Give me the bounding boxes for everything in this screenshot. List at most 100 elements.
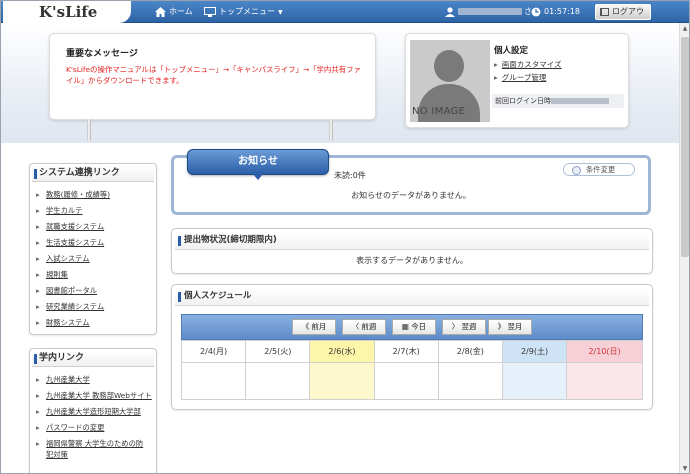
- campus-links-title: 学内リンク: [32, 351, 154, 367]
- day-header-sun[interactable]: 2/10(日): [566, 340, 643, 363]
- campus-link-3[interactable]: パスワードの変更: [30, 422, 156, 433]
- app-window: K'sLife ホーム トップメニュー▼ さん 01:57:18 ログアウト 重…: [0, 0, 690, 474]
- filter-condition-button[interactable]: 条件変更: [563, 163, 635, 176]
- notice-tab-label: お知らせ: [238, 156, 278, 167]
- system-link-8[interactable]: 財務システム: [30, 317, 156, 328]
- system-link-0[interactable]: 教務(履修・成績等): [30, 189, 156, 200]
- scroll-thumb[interactable]: [681, 37, 689, 257]
- day-header-sat[interactable]: 2/9(土): [501, 340, 568, 363]
- nav-home[interactable]: ホーム: [155, 5, 193, 19]
- system-link-5[interactable]: 規則集: [30, 269, 156, 280]
- personal-settings-title: 個人設定: [494, 46, 529, 56]
- nav-top-menu[interactable]: トップメニュー ▼: [204, 5, 283, 19]
- system-links-list: 教務(履修・成績等) 学生カルテ 就職支援システム 生活支援システム 入試システ…: [30, 184, 156, 328]
- nav-home-label: ホーム: [169, 7, 193, 16]
- sign-post-right: [329, 119, 333, 141]
- link-screen-customize[interactable]: 画面カスタマイズ: [494, 59, 562, 70]
- clock-text: 01:57:18: [544, 7, 580, 16]
- home-icon: [155, 6, 166, 17]
- monitor-icon: [204, 6, 216, 17]
- day-cell-mon[interactable]: [180, 362, 247, 400]
- logo-text: K'sLife: [39, 3, 98, 21]
- next-week-button[interactable]: 〉 翌週: [442, 319, 486, 335]
- message-title: 重要なメッセージ: [66, 49, 138, 59]
- prev-week-button[interactable]: 〈 前週: [342, 319, 386, 335]
- campus-link-1[interactable]: 九州産業大学 教務部Webサイト: [30, 390, 156, 401]
- today-button[interactable]: ▦ 今日: [392, 319, 436, 335]
- logout-icon: [600, 8, 609, 16]
- system-link-3[interactable]: 生活支援システム: [30, 237, 156, 248]
- campus-links-panel: 学内リンク 九州産業大学 九州産業大学 教務部Webサイト 九州産業大学造形短期…: [29, 348, 157, 473]
- calendar-body-row: [180, 362, 643, 400]
- avatar-head-shape: [434, 50, 464, 82]
- session-clock: 01:57:18: [531, 5, 580, 19]
- top-bar: K'sLife ホーム トップメニュー▼ さん 01:57:18 ログアウト: [1, 1, 689, 30]
- day-header-thu[interactable]: 2/7(木): [373, 340, 439, 363]
- submission-status-title: 提出物状況(締切期限内): [175, 232, 649, 250]
- day-header-mon[interactable]: 2/4(月): [180, 340, 247, 363]
- system-link-4[interactable]: 入試システム: [30, 253, 156, 264]
- user-icon: [445, 6, 455, 17]
- next-month-label: 翌月: [507, 322, 523, 331]
- last-login: 前回ログイン日時: [492, 94, 624, 108]
- submission-empty-message: 表示するデータがありません。: [356, 256, 468, 265]
- next-month-button[interactable]: 》 翌月: [488, 319, 532, 335]
- filter-button-label: 条件変更: [586, 165, 616, 174]
- app-logo[interactable]: K'sLife: [3, 1, 131, 23]
- header-area: 重要なメッセージ K'sLifeの操作マニュアルは「トップメニュー」→「キャンパ…: [1, 23, 679, 143]
- vertical-scrollbar[interactable]: ▲ ▼: [679, 23, 689, 473]
- system-link-1[interactable]: 学生カルテ: [30, 205, 156, 216]
- notice-unread-count: 未読:0件: [334, 171, 366, 180]
- logout-button[interactable]: ログアウト: [595, 4, 651, 30]
- user-name-redacted: [458, 8, 522, 15]
- today-label: 今日: [411, 322, 427, 331]
- day-cell-wed[interactable]: [309, 362, 375, 400]
- no-image-label: NO IMAGE: [412, 106, 466, 117]
- notice-tab[interactable]: お知らせ: [187, 149, 329, 180]
- day-cell-thu[interactable]: [373, 362, 439, 400]
- double-right-icon: 》: [497, 322, 508, 331]
- submission-status-panel: 提出物状況(締切期限内) 表示するデータがありません。: [171, 228, 653, 274]
- scroll-up-arrow[interactable]: ▲: [681, 24, 689, 34]
- campus-links-list: 九州産業大学 九州産業大学 教務部Webサイト 九州産業大学造形短期大学部 パス…: [30, 369, 156, 460]
- day-cell-sat[interactable]: [501, 362, 568, 400]
- schedule-nav-bar: 《 前月 〈 前週 ▦ 今日 〉 翌週 》 翌月: [181, 314, 643, 340]
- campus-link-2[interactable]: 九州産業大学造形短期大学部: [30, 406, 156, 417]
- profile-card: NO IMAGE 個人設定 画面カスタマイズ グループ管理 前回ログイン日時: [405, 33, 629, 128]
- day-header-fri[interactable]: 2/8(金): [437, 340, 503, 363]
- calendar-icon: ▦: [401, 322, 412, 331]
- right-icon: 〉: [451, 322, 462, 331]
- prev-week-label: 前週: [361, 322, 377, 331]
- next-week-label: 翌週: [461, 322, 477, 331]
- link-group-management[interactable]: グループ管理: [494, 72, 547, 83]
- campus-link-4[interactable]: 福岡県警察 大学生のための防犯対策: [30, 438, 150, 460]
- system-link-7[interactable]: 研究業績システム: [30, 301, 156, 312]
- schedule-calendar: 2/4(月) 2/5(火) 2/6(水) 2/7(木) 2/8(金) 2/9(土…: [180, 340, 643, 400]
- nav-top-menu-label: トップメニュー: [219, 7, 275, 16]
- system-link-6[interactable]: 図書館ポータル: [30, 285, 156, 296]
- day-cell-fri[interactable]: [437, 362, 503, 400]
- message-body: K'sLifeの操作マニュアルは「トップメニュー」→「キャンパスライフ」→「学内…: [66, 65, 361, 85]
- system-link-2[interactable]: 就職支援システム: [30, 221, 156, 232]
- scroll-down-arrow[interactable]: ▼: [681, 464, 689, 473]
- notice-empty-message: お知らせのデータがありません。: [351, 191, 471, 200]
- day-header-wed[interactable]: 2/6(水): [309, 340, 375, 363]
- double-left-icon: 《: [301, 322, 312, 331]
- last-login-label: 前回ログイン日時: [495, 97, 551, 105]
- prev-month-label: 前月: [311, 322, 327, 331]
- last-login-value-redacted: [551, 98, 609, 104]
- calendar-header-row: 2/4(月) 2/5(火) 2/6(水) 2/7(木) 2/8(金) 2/9(土…: [180, 340, 643, 363]
- day-header-tue[interactable]: 2/5(火): [245, 340, 311, 363]
- day-cell-sun[interactable]: [566, 362, 643, 400]
- left-icon: 〈: [351, 322, 362, 331]
- user-info: さん: [445, 5, 540, 19]
- system-links-title: システム連携リンク: [32, 166, 154, 182]
- chevron-down-icon: ▼: [278, 9, 283, 16]
- schedule-title: 個人スケジュール: [175, 288, 649, 306]
- sign-post-left: [87, 119, 91, 141]
- campus-link-0[interactable]: 九州産業大学: [30, 374, 156, 385]
- important-message-card: 重要なメッセージ K'sLifeの操作マニュアルは「トップメニュー」→「キャンパ…: [49, 33, 376, 120]
- day-cell-tue[interactable]: [245, 362, 311, 400]
- prev-month-button[interactable]: 《 前月: [292, 319, 336, 335]
- clock-icon: [531, 7, 541, 16]
